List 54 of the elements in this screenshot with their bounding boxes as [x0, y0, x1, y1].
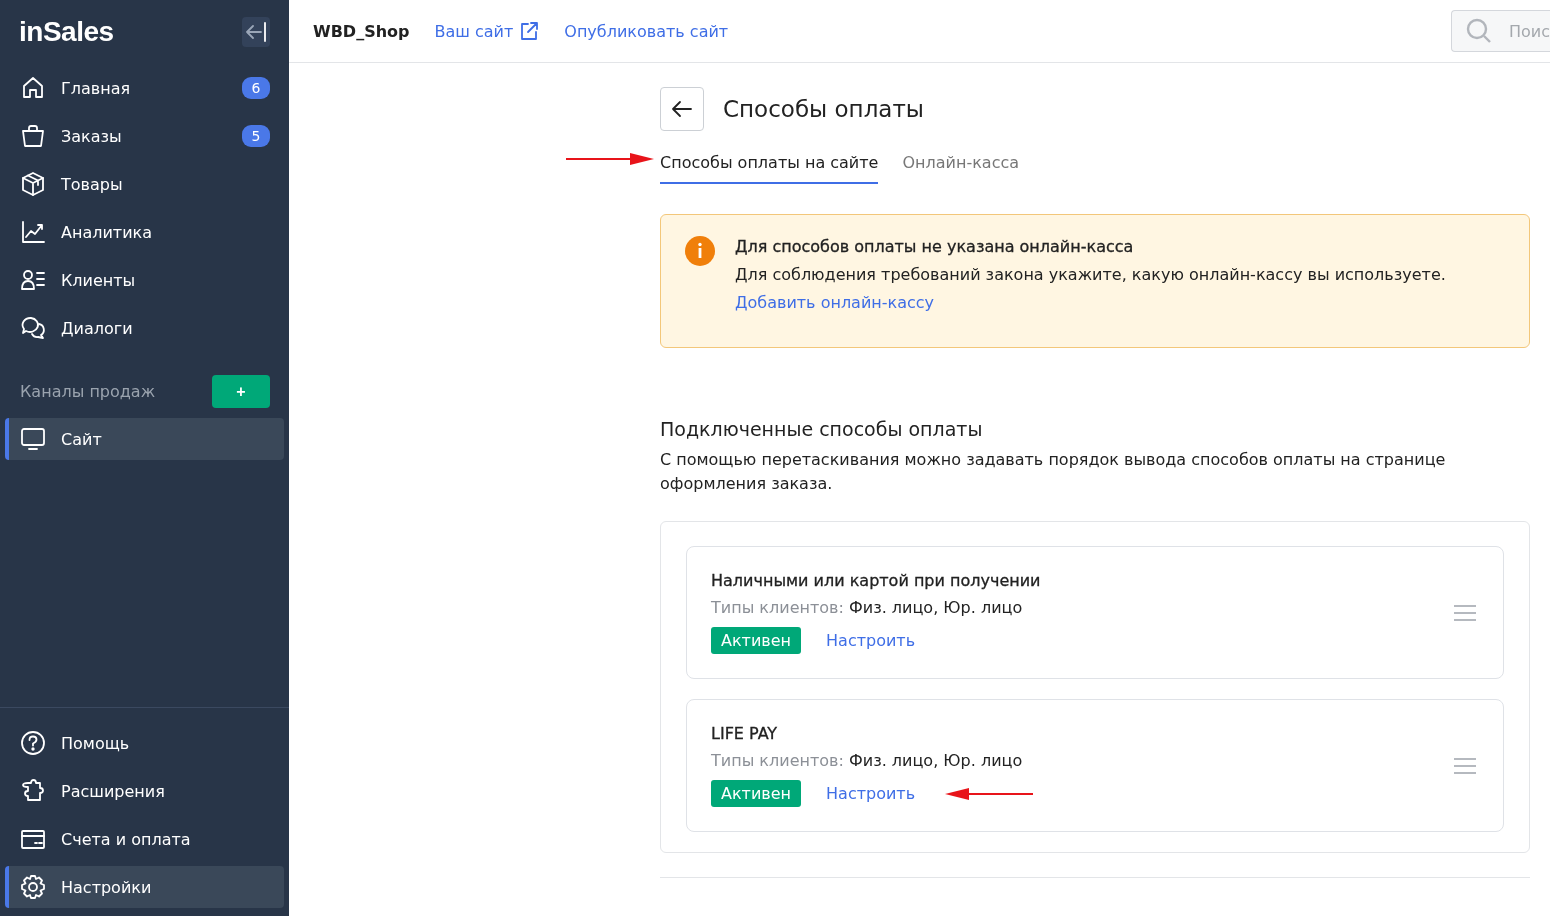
section-description: С помощью перетаскивания можно задавать порядок вывода способов оплаты на странице оформления заказа. [660, 449, 1447, 495]
payment-method-name: Наличными или картой при получении [711, 571, 1042, 590]
collapse-sidebar-button[interactable] [242, 17, 270, 47]
chat-bubbles-icon [20, 315, 46, 341]
sidebar-item[interactable]: Аналитика [5, 211, 284, 253]
sidebar-item[interactable]: Помощь [5, 722, 284, 764]
chart-line-icon [20, 219, 46, 245]
configure-link[interactable]: Настроить [826, 784, 916, 803]
arrow-left-bar-icon [244, 20, 268, 44]
count-badge: 5 [242, 125, 270, 147]
sidebar-item[interactable]: Товары [5, 163, 284, 205]
field-value: Физ. лицо, Юр. лицо [848, 598, 1023, 617]
shopping-bag-icon [20, 123, 46, 149]
field-value: Физ. лицо, Юр. лицо [848, 751, 1023, 770]
monitor-icon [20, 426, 46, 452]
gear-icon [20, 874, 46, 900]
help-icon [20, 730, 46, 756]
section-heading: Каналы продаж [20, 382, 156, 401]
publish-site-link[interactable]: Опубликовать сайт [564, 21, 729, 41]
tab[interactable]: Онлайн-касса [902, 152, 1020, 184]
sidebar-item[interactable]: Счета и оплата [5, 818, 284, 860]
user-list-icon [20, 267, 46, 293]
sidebar-item[interactable]: Клиенты [5, 259, 284, 301]
alert-text: Для соблюдения требований закона укажите, какую онлайн-кассу вы используете. [735, 265, 1446, 284]
status-badge: Активен [711, 780, 802, 807]
field-label: Типы клиентов: [711, 751, 844, 770]
shop-name: WBD_Shop [313, 21, 410, 41]
sidebar-item[interactable]: Главная 6 [5, 67, 284, 109]
section-title: Подключенные способы оплаты [660, 418, 984, 440]
back-button[interactable] [660, 87, 704, 131]
page-title: Способы оплаты [723, 96, 924, 122]
sidebar-item[interactable]: Диалоги [5, 307, 284, 349]
count-badge: 6 [242, 77, 270, 99]
sidebar-item[interactable]: Заказы 5 [5, 115, 284, 157]
add-online-cashbox-link[interactable]: Добавить онлайн-кассу [735, 293, 1446, 312]
payment-method-name: LIFE PAY [711, 724, 779, 743]
sidebar-item[interactable]: Расширения [5, 770, 284, 812]
box-icon [20, 171, 46, 197]
info-icon [685, 236, 715, 266]
puzzle-piece-icon [20, 778, 46, 804]
sidebar-item[interactable]: Настройки [5, 866, 284, 908]
configure-link[interactable]: Настроить [826, 631, 916, 650]
logo: inSales [19, 16, 114, 48]
sidebar-item[interactable]: Сайт [5, 418, 284, 460]
home-icon [20, 75, 46, 101]
your-site-link[interactable]: Ваш сайт [434, 21, 540, 41]
status-badge: Активен [711, 627, 802, 654]
tab[interactable]: Способы оплаты на сайте [660, 152, 879, 184]
field-label: Типы клиентов: [711, 598, 844, 617]
search-field[interactable]: Поис [1451, 10, 1550, 52]
drag-handle-icon[interactable] [1453, 603, 1477, 622]
alert-title: Для способов оплаты не указана онлайн-касса [735, 237, 1135, 256]
external-link-icon [519, 21, 540, 41]
drag-handle-icon[interactable] [1453, 756, 1477, 775]
